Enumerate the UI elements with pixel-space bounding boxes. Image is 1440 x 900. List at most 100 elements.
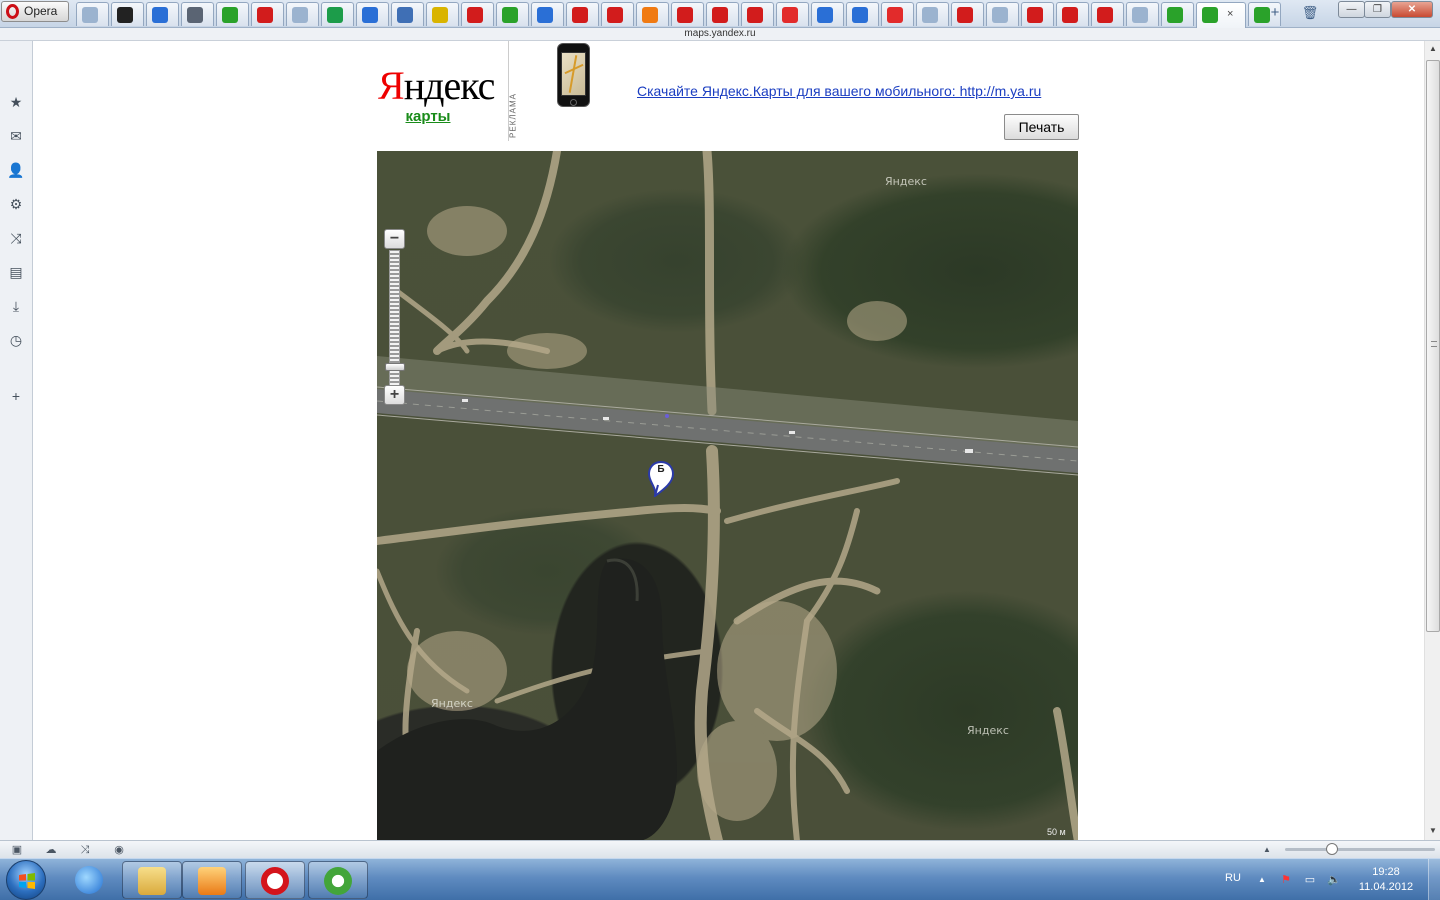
generic-page-icon bbox=[292, 7, 308, 23]
browser-tab[interactable] bbox=[356, 2, 389, 26]
file-explorer-icon[interactable] bbox=[122, 861, 182, 899]
red-u-icon bbox=[257, 7, 273, 23]
close-window-button[interactable]: ✕ bbox=[1391, 1, 1433, 18]
zoom-slider-thumb[interactable] bbox=[385, 362, 405, 371]
zoom-popup-arrow-icon[interactable]: ▲ bbox=[1260, 843, 1274, 857]
maximize-button[interactable]: ❐ bbox=[1364, 1, 1391, 18]
scroll-up-icon[interactable]: ▲ bbox=[1428, 44, 1438, 54]
browser-tab[interactable] bbox=[426, 2, 459, 26]
browser-tab[interactable] bbox=[1021, 2, 1054, 26]
minimize-button[interactable]: — bbox=[1338, 1, 1365, 18]
page-scrollbar[interactable]: ▲ ▼ bbox=[1424, 41, 1440, 840]
browser-tab[interactable] bbox=[146, 2, 179, 26]
trash-icon[interactable]: 🗑 bbox=[1301, 4, 1319, 22]
internet-explorer-icon[interactable] bbox=[60, 861, 120, 899]
browser-tab[interactable] bbox=[321, 2, 354, 26]
marker-label: Б bbox=[657, 464, 665, 475]
circle-ring-icon bbox=[117, 7, 133, 23]
browser-tab[interactable] bbox=[286, 2, 319, 26]
browser-tab[interactable] bbox=[251, 2, 284, 26]
page-zoom-knob[interactable] bbox=[1326, 843, 1339, 855]
browser-tab[interactable] bbox=[566, 2, 599, 26]
shopping-cart-icon bbox=[957, 7, 973, 23]
browser-tab[interactable] bbox=[1126, 2, 1159, 26]
utorrent-icon[interactable] bbox=[308, 861, 368, 899]
generic-page-icon bbox=[82, 7, 98, 23]
page-zoom-slider[interactable] bbox=[1285, 843, 1435, 855]
green-table-icon bbox=[327, 7, 343, 23]
shopping-cart-icon bbox=[1062, 7, 1078, 23]
show-desktop-button[interactable] bbox=[1428, 859, 1440, 900]
network-icon[interactable]: ▭ bbox=[1303, 873, 1317, 887]
scroll-down-icon[interactable]: ▼ bbox=[1428, 826, 1438, 836]
map-watermark: Яндекс bbox=[885, 175, 927, 188]
browser-tab[interactable] bbox=[916, 2, 949, 26]
tab-active[interactable]: × bbox=[1196, 2, 1246, 28]
browser-tab[interactable] bbox=[1056, 2, 1089, 26]
generic-page-icon bbox=[1132, 7, 1148, 23]
browser-tab[interactable] bbox=[671, 2, 704, 26]
browser-tab[interactable] bbox=[1161, 2, 1194, 26]
tray-expand-icon[interactable]: ▲ bbox=[1255, 873, 1269, 887]
unite-icon[interactable]: ⤨ bbox=[78, 843, 92, 857]
translate-icon bbox=[152, 7, 168, 23]
address-bar[interactable]: maps.yandex.ru bbox=[0, 28, 1440, 41]
browser-tab[interactable] bbox=[496, 2, 529, 26]
browser-tab[interactable] bbox=[846, 2, 879, 26]
maps-link[interactable]: карты bbox=[378, 108, 478, 125]
browser-tab[interactable] bbox=[216, 2, 249, 26]
system-clock[interactable]: 19:28 11.04.2012 bbox=[1356, 865, 1416, 895]
browser-tab[interactable] bbox=[111, 2, 144, 26]
contacts-icon[interactable]: 👤 bbox=[7, 161, 25, 179]
map-marker[interactable]: Б bbox=[647, 461, 675, 497]
yandex-logo[interactable]: Яндекс карты bbox=[378, 65, 495, 126]
browser-tab[interactable] bbox=[776, 2, 809, 26]
scrollbar-thumb[interactable] bbox=[1426, 60, 1440, 632]
browser-tab[interactable] bbox=[741, 2, 774, 26]
browser-tab[interactable] bbox=[1091, 2, 1124, 26]
close-tab-icon[interactable]: × bbox=[1227, 8, 1233, 20]
phone-icon[interactable] bbox=[557, 43, 590, 107]
side-panel: ★ ✉ 👤 ⚙ ⤨ ▤ ⤓ ◷ + bbox=[0, 41, 33, 840]
browser-tab[interactable] bbox=[706, 2, 739, 26]
cloud-icon[interactable]: ☁ bbox=[44, 843, 58, 857]
browser-tab[interactable] bbox=[76, 2, 109, 26]
satellite-map[interactable]: Яндекс Яндекс Яндекс − + Б 50 м bbox=[377, 151, 1078, 840]
zoom-out-button[interactable]: − bbox=[384, 229, 405, 249]
downloads-icon[interactable]: ⤓ bbox=[7, 297, 25, 315]
mobile-download-link[interactable]: Скачайте Яндекс.Карты для вашего мобильн… bbox=[637, 83, 1041, 99]
print-button[interactable]: Печать bbox=[1004, 114, 1079, 140]
browser-tab[interactable] bbox=[986, 2, 1019, 26]
opera-browser-icon[interactable] bbox=[245, 861, 305, 899]
browser-tab[interactable] bbox=[881, 2, 914, 26]
browser-tab[interactable] bbox=[636, 2, 669, 26]
clock-time: 19:28 bbox=[1372, 866, 1400, 878]
bookmarks-star-icon[interactable]: ★ bbox=[7, 93, 25, 111]
media-player-icon[interactable] bbox=[182, 861, 242, 899]
zoom-in-button[interactable]: + bbox=[384, 385, 405, 405]
browser-tab[interactable] bbox=[181, 2, 214, 26]
language-indicator[interactable]: RU bbox=[1225, 872, 1241, 884]
volume-icon[interactable]: 🔈 bbox=[1327, 873, 1341, 887]
map-zoom-control[interactable]: − + bbox=[384, 229, 406, 407]
browser-tab[interactable] bbox=[391, 2, 424, 26]
unite-share-icon[interactable]: ⤨ bbox=[7, 229, 25, 247]
notes-icon[interactable]: ▤ bbox=[7, 263, 25, 281]
action-center-flag-icon[interactable]: ⚑ bbox=[1279, 873, 1293, 887]
browser-tab[interactable] bbox=[951, 2, 984, 26]
panel-toggle-icon[interactable]: ▣ bbox=[10, 843, 24, 857]
settings-gear-icon[interactable]: ⚙ bbox=[7, 195, 25, 213]
mail-icon[interactable]: ✉ bbox=[7, 127, 25, 145]
clock-date: 11.04.2012 bbox=[1358, 881, 1414, 893]
browser-tab[interactable] bbox=[531, 2, 564, 26]
add-panel-icon[interactable]: + bbox=[7, 387, 25, 405]
browser-tab[interactable] bbox=[811, 2, 844, 26]
browser-tab[interactable] bbox=[461, 2, 494, 26]
start-button[interactable] bbox=[6, 860, 46, 900]
browser-tab[interactable] bbox=[601, 2, 634, 26]
new-tab-button[interactable]: + bbox=[1266, 4, 1284, 22]
shopping-cart-icon bbox=[467, 7, 483, 23]
history-clock-icon[interactable]: ◷ bbox=[7, 331, 25, 349]
speed-dial-icon[interactable]: ◉ bbox=[112, 843, 126, 857]
opera-menu-button[interactable]: Opera bbox=[1, 1, 69, 22]
